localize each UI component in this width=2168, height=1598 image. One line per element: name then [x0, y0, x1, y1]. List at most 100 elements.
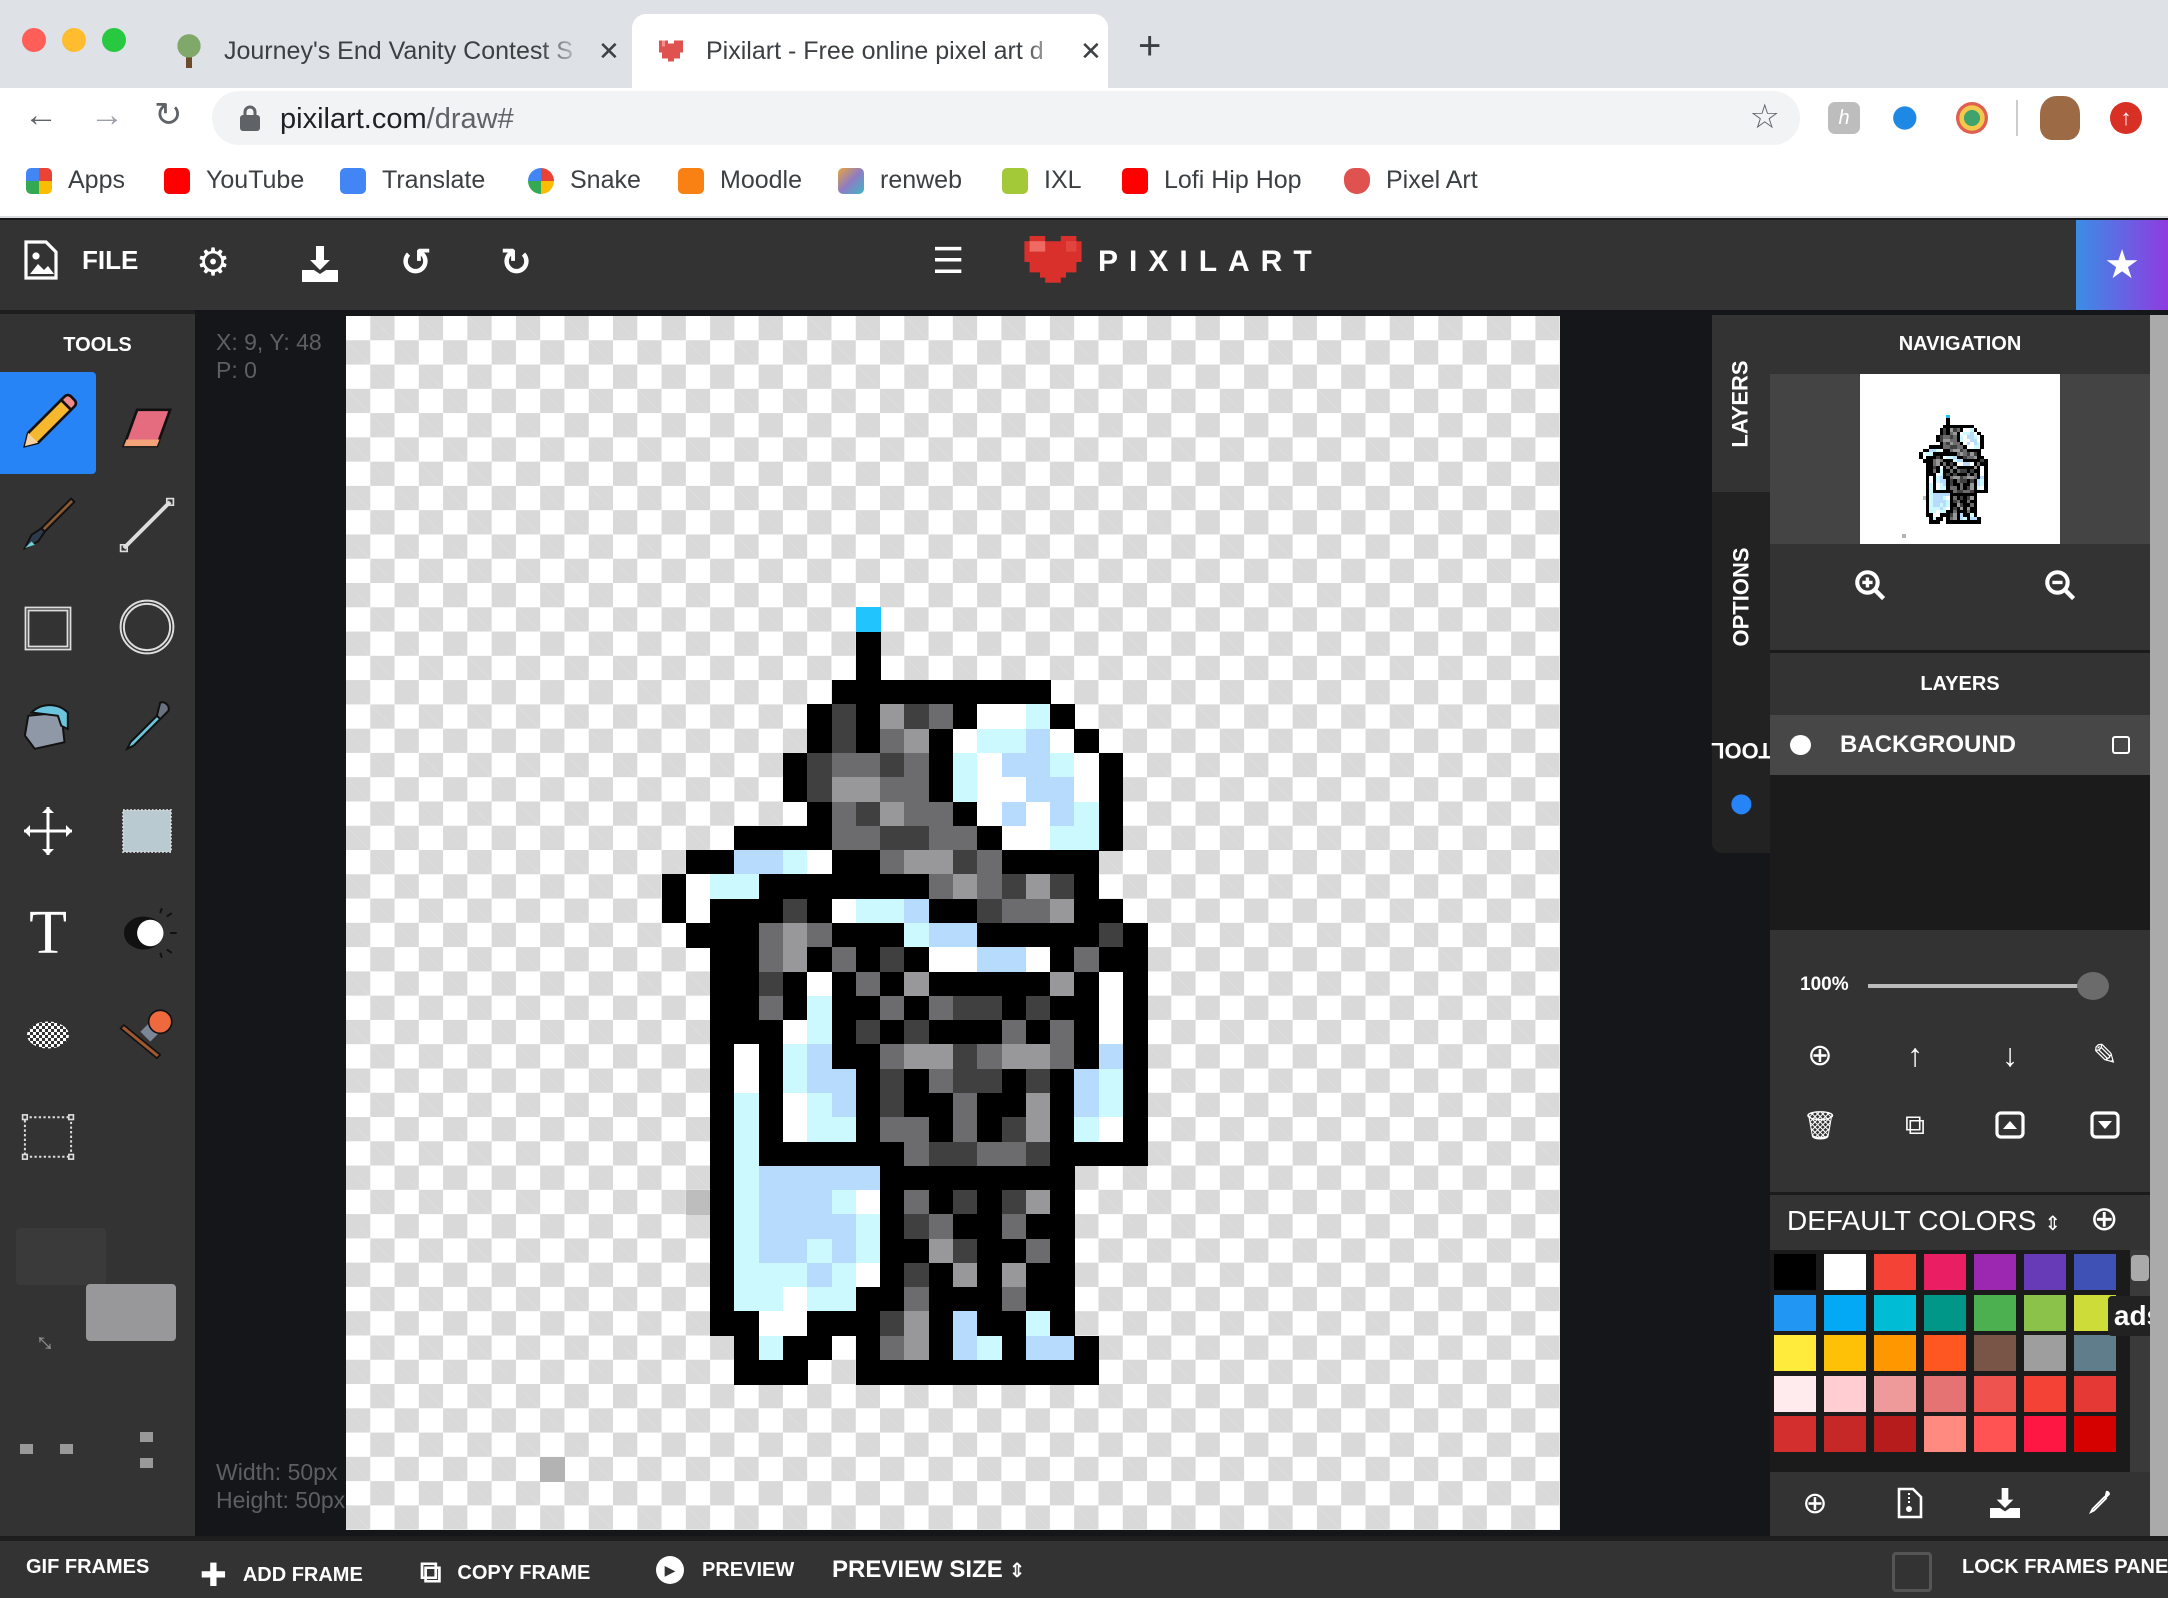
- palette-swatch[interactable]: [1774, 1335, 1816, 1371]
- tool-move[interactable]: [0, 780, 96, 882]
- tool-paint-bucket[interactable]: [0, 678, 96, 780]
- tool-select[interactable]: [0, 1086, 96, 1188]
- palette-swatch[interactable]: [1924, 1416, 1966, 1452]
- reload-button[interactable]: ↻: [154, 98, 183, 132]
- palette-swatch[interactable]: [2074, 1416, 2116, 1452]
- duplicate-layer-button[interactable]: ⧉: [1885, 1100, 1945, 1150]
- secondary-color-swatch[interactable]: [86, 1284, 176, 1341]
- add-palette-button[interactable]: ⊕: [2090, 1199, 2119, 1239]
- palette-swatch[interactable]: [1924, 1294, 1966, 1331]
- palette-swatch[interactable]: [1824, 1294, 1866, 1331]
- pixilart-logo[interactable]: PIXILART: [1024, 236, 1323, 288]
- tool-circle[interactable]: [99, 576, 195, 678]
- palette-swatch[interactable]: [1974, 1416, 2016, 1452]
- palette-swatch[interactable]: [2074, 1375, 2116, 1412]
- tab-close-icon[interactable]: ✕: [1080, 36, 1102, 67]
- add-frame-button[interactable]: ✚ ADD FRAME: [200, 1556, 363, 1594]
- bookmark-apps[interactable]: Apps: [26, 166, 125, 195]
- merge-layer-up-button[interactable]: [1980, 1100, 2040, 1150]
- palette-scrollbar-thumb[interactable]: [2131, 1255, 2149, 1281]
- preview-button[interactable]: ▶ PREVIEW: [656, 1556, 794, 1584]
- extension-globe-icon[interactable]: [1956, 102, 1988, 134]
- tab-close-icon[interactable]: ✕: [598, 36, 620, 67]
- add-layer-button[interactable]: ⊕: [1790, 1030, 1850, 1080]
- palette-swatch[interactable]: [1974, 1335, 2016, 1371]
- lock-frames-checkbox[interactable]: [1892, 1552, 1932, 1592]
- palette-selector[interactable]: DEFAULT COLORS ⇕: [1787, 1205, 2061, 1237]
- back-button[interactable]: ←: [24, 98, 58, 132]
- forward-button[interactable]: →: [90, 98, 124, 132]
- delete-layer-button[interactable]: 🗑: [1790, 1100, 1850, 1150]
- palette-swatch[interactable]: [1874, 1335, 1916, 1371]
- tool-pencil[interactable]: [0, 372, 96, 474]
- palette-swatch[interactable]: [1824, 1254, 1866, 1290]
- new-tab-button[interactable]: +: [1138, 26, 1161, 66]
- bookmark-moodle[interactable]: Moodle: [678, 166, 802, 195]
- copy-frame-button[interactable]: ⧉ COPY FRAME: [420, 1556, 590, 1590]
- palette-swatch[interactable]: [1974, 1294, 2016, 1331]
- palette-swatch[interactable]: [2074, 1254, 2116, 1290]
- palette-swatch[interactable]: [2074, 1335, 2116, 1371]
- palette-swatch[interactable]: [1824, 1335, 1866, 1371]
- update-arrow-icon[interactable]: ↑: [2110, 102, 2142, 134]
- primary-color-swatch[interactable]: [16, 1228, 106, 1285]
- palette-swatch[interactable]: [1974, 1254, 2016, 1290]
- palette-swatch[interactable]: [2024, 1294, 2066, 1331]
- tool-lighten-darken[interactable]: [99, 882, 195, 984]
- palette-eyedropper-button[interactable]: [2070, 1480, 2130, 1526]
- import-palette-button[interactable]: [1880, 1480, 1940, 1526]
- bookmark-snake[interactable]: Snake: [528, 166, 641, 195]
- browser-tab-journeys-end[interactable]: Journey's End Vanity Contest S ✕: [176, 14, 622, 88]
- layer-row-background[interactable]: BACKGROUND: [1770, 715, 2150, 775]
- tool-dither[interactable]: [0, 984, 96, 1086]
- side-tab-layers[interactable]: LAYERS: [1712, 315, 1770, 492]
- tool-stamp[interactable]: [99, 984, 195, 1086]
- preview-size-selector[interactable]: PREVIEW SIZE ⇕: [832, 1556, 1025, 1584]
- palette-swatch[interactable]: [1924, 1254, 1966, 1290]
- merge-layer-down-button[interactable]: [2075, 1100, 2135, 1150]
- bookmark-renweb[interactable]: renweb: [838, 166, 962, 195]
- browser-tab-pixilart[interactable]: Pixilart - Free online pixel art d ✕: [632, 14, 1108, 88]
- tool-rectangle[interactable]: [0, 576, 96, 678]
- swap-colors-icon[interactable]: ↔: [27, 1319, 69, 1361]
- profile-avatar[interactable]: [2040, 96, 2080, 140]
- palette-swatch[interactable]: [2024, 1335, 2066, 1371]
- drawing-canvas[interactable]: [346, 316, 1560, 1530]
- move-layer-up-button[interactable]: ↑: [1885, 1030, 1945, 1080]
- undo-icon[interactable]: ↺: [400, 240, 432, 285]
- palette-swatch[interactable]: [2024, 1416, 2066, 1452]
- bookmark-translate[interactable]: Translate: [340, 166, 485, 195]
- palette-swatch[interactable]: [1824, 1375, 1866, 1412]
- hamburger-menu-icon[interactable]: ☰: [932, 240, 964, 282]
- layer-lock-checkbox[interactable]: [2112, 736, 2130, 754]
- file-menu-button[interactable]: FILE: [24, 240, 138, 280]
- navigation-thumbnail[interactable]: [1860, 374, 2060, 544]
- window-close-button[interactable]: [22, 28, 46, 52]
- rename-layer-button[interactable]: ✎: [2075, 1030, 2135, 1080]
- window-maximize-button[interactable]: [102, 28, 126, 52]
- bookmark-ixl[interactable]: IXL: [1002, 166, 1082, 195]
- opacity-slider-handle[interactable]: [2077, 972, 2109, 1000]
- palette-scrollbar-track[interactable]: [2130, 1250, 2150, 1472]
- tool-eraser[interactable]: [99, 372, 195, 474]
- download-palette-button[interactable]: [1975, 1480, 2035, 1526]
- honey-extension-icon[interactable]: h: [1828, 102, 1860, 134]
- extension-blue-icon[interactable]: [1892, 102, 1924, 134]
- palette-swatch[interactable]: [1774, 1416, 1816, 1452]
- tool-line[interactable]: [99, 474, 195, 576]
- palette-swatch[interactable]: [2024, 1254, 2066, 1290]
- palette-swatch[interactable]: [1774, 1294, 1816, 1331]
- palette-swatch[interactable]: [1774, 1254, 1816, 1290]
- side-tab-tool[interactable]: TOOL: [1711, 702, 1771, 832]
- tool-selection-fill[interactable]: [99, 780, 195, 882]
- download-icon[interactable]: [302, 246, 338, 282]
- redo-icon[interactable]: ↻: [500, 240, 532, 285]
- address-bar[interactable]: pixilart.com/draw# ☆: [212, 91, 1800, 145]
- palette-swatch[interactable]: [1974, 1375, 2016, 1412]
- palette-swatch[interactable]: [1824, 1416, 1866, 1452]
- page-scrollbar[interactable]: [2150, 315, 2168, 1536]
- move-layer-down-button[interactable]: ↓: [1980, 1030, 2040, 1080]
- bookmark-star-icon[interactable]: ☆: [1750, 97, 1780, 137]
- palette-swatch[interactable]: [2024, 1375, 2066, 1412]
- palette-swatch[interactable]: [1924, 1375, 1966, 1412]
